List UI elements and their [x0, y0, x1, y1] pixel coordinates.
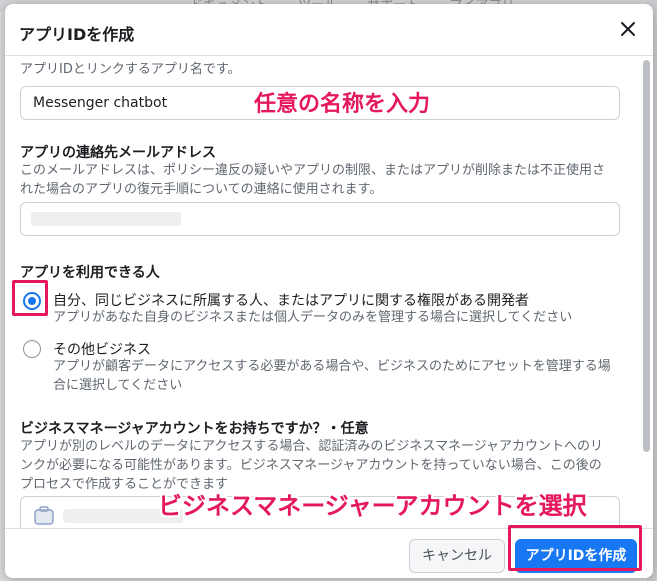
name-annotation: 任意の名称を入力 [254, 92, 431, 117]
radio-highlight [12, 280, 48, 316]
option-other-business-desc-line: アプリが顧客データにアクセスする必要がある場合や、ビジネスのためにアセットを管理… [53, 359, 611, 374]
option-own-business-desc: アプリがあなた自身のビジネスまたは個人データのみを管理する場合に選択してください [53, 310, 573, 325]
close-button[interactable] [615, 16, 641, 42]
app-name-hint: アプリIDとリンクするアプリ名です。 [20, 62, 241, 77]
dialog-body[interactable]: アプリIDとリンクするアプリ名です。 Messenger chatbot アプリ… [5, 56, 641, 528]
option-other-business-title: その他ビジネス [53, 342, 151, 358]
option-other-business-desc: アプリが顧客データにアクセスする必要がある場合や、ビジネスのためにアセットを管理… [53, 357, 611, 395]
dialog-header: アプリIDを作成 [5, 4, 653, 56]
close-icon [621, 22, 635, 36]
business-manager-annotation: ビジネスマネージャーアカウントを選択 [158, 492, 587, 520]
option-other-business-desc-line: 合に選択してください [53, 378, 183, 393]
email-description-line: れた場合のアプリの復元手順についての連絡に使用されます。 [20, 182, 383, 197]
scrollbar[interactable] [643, 60, 650, 526]
dialog-title: アプリIDを作成 [19, 25, 135, 44]
radio-other-business[interactable] [23, 340, 41, 358]
cancel-button[interactable]: キャンセル [409, 539, 505, 573]
scrollbar-thumb[interactable] [643, 60, 650, 452]
briefcase-icon [34, 506, 54, 525]
business-manager-description-line: アプリが別のレベルのデータにアクセスする場合、認証済みのビジネスマネージャアカウ… [20, 439, 604, 454]
email-description: このメールアドレスは、ポリシー違反の疑いやアプリの制限、またはアプリが削除または… [20, 161, 605, 199]
email-description-line: このメールアドレスは、ポリシー違反の疑いやアプリの制限、またはアプリが削除または… [20, 163, 606, 178]
option-own-business-title: 自分、同じビジネスに所属する人、またはアプリに関する権限がある開発者 [53, 293, 529, 309]
business-manager-description-line: ンクが必要になる可能性があります。ビジネスマネージャアカウントを持っていない場合… [20, 458, 602, 473]
access-label: アプリを利用できる人 [20, 265, 160, 281]
email-label: アプリの連絡先メールアドレス [20, 145, 216, 161]
business-manager-label: ビジネスマネージャアカウントをお持ちですか？・任意 [20, 421, 369, 437]
create-button-highlight [508, 525, 642, 571]
redacted-email [31, 212, 181, 226]
